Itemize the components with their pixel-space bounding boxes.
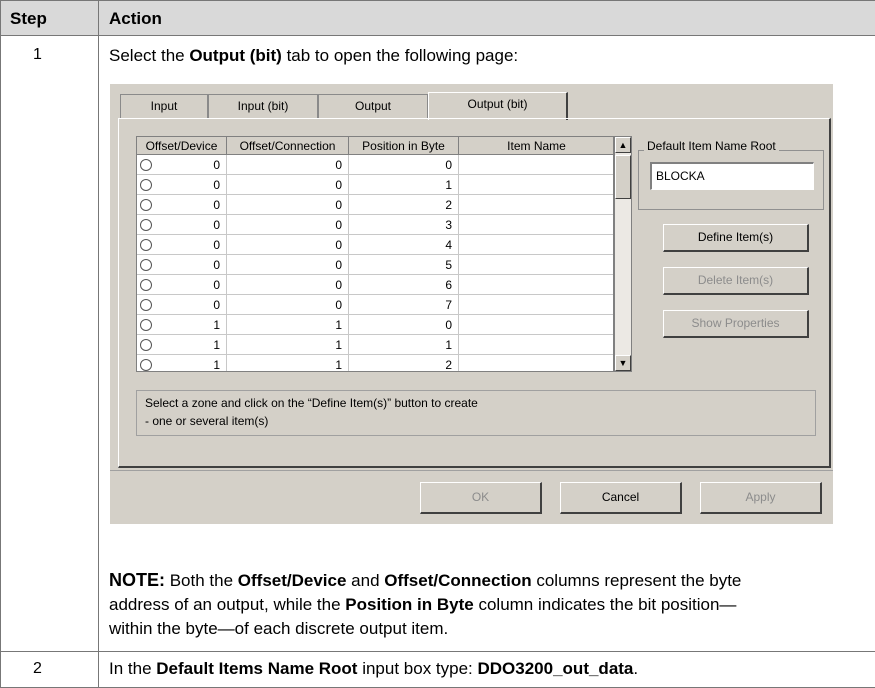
grid-cell[interactable]: 5: [349, 255, 459, 275]
table-row[interactable]: 000: [137, 155, 613, 175]
hint-box: Select a zone and click on the “Define I…: [136, 390, 816, 436]
default-root-label: Default Item Name Root: [644, 139, 779, 153]
item-definition-dialog: Input Input (bit) Output Output (bit) Of…: [110, 84, 833, 524]
grid-cell[interactable]: 0: [227, 155, 349, 175]
table-row[interactable]: 004: [137, 235, 613, 255]
col-item-name[interactable]: Item Name: [459, 137, 613, 155]
ok-button[interactable]: OK: [420, 482, 542, 514]
table-row[interactable]: 001: [137, 175, 613, 195]
grid-cell[interactable]: 0: [227, 235, 349, 255]
grid-cell[interactable]: [459, 255, 613, 275]
tab-input[interactable]: Input: [120, 94, 208, 118]
grid-cell[interactable]: 1: [137, 335, 227, 355]
note-line-1: NOTE: Both the Offset/Device and Offset/…: [109, 570, 742, 590]
grid-cell[interactable]: 1: [349, 335, 459, 355]
tab-output[interactable]: Output: [318, 94, 428, 118]
grid-cell[interactable]: 1: [137, 315, 227, 335]
grid-cell[interactable]: 0: [137, 215, 227, 235]
apply-button[interactable]: Apply: [700, 482, 822, 514]
step-number: 1: [33, 46, 42, 63]
col-position-in-byte[interactable]: Position in Byte: [349, 137, 459, 155]
scroll-down-icon[interactable]: ▼: [615, 355, 631, 371]
note-line-2: address of an output, while the Position…: [109, 595, 737, 614]
grid-cell[interactable]: 0: [137, 295, 227, 315]
define-items-button[interactable]: Define Item(s): [663, 224, 809, 252]
grid-cell[interactable]: 0: [227, 195, 349, 215]
grid-cell[interactable]: [459, 275, 613, 295]
grid-cell[interactable]: [459, 215, 613, 235]
step-2-instruction: In the Default Items Name Root input box…: [109, 659, 639, 678]
header-action: Action: [109, 9, 162, 28]
tab-output-bit[interactable]: Output (bit): [428, 92, 568, 120]
col-offset-device[interactable]: Offset/Device: [137, 137, 227, 155]
grid-cell[interactable]: 6: [349, 275, 459, 295]
table-row[interactable]: 110: [137, 315, 613, 335]
grid-cell[interactable]: 0: [137, 275, 227, 295]
default-root-input[interactable]: BLOCKA: [650, 162, 814, 190]
cancel-button[interactable]: Cancel: [560, 482, 682, 514]
procedure-table: Step Action 1 Select the Output (bit) ta…: [0, 0, 875, 688]
grid-cell[interactable]: 0: [137, 195, 227, 215]
tab-input-bit[interactable]: Input (bit): [208, 94, 318, 118]
grid-cell[interactable]: [459, 295, 613, 315]
grid-cell[interactable]: 0: [137, 155, 227, 175]
table-row[interactable]: 111: [137, 335, 613, 355]
grid-cell[interactable]: 3: [349, 215, 459, 235]
grid-cell[interactable]: [459, 355, 613, 371]
grid-cell[interactable]: 0: [349, 315, 459, 335]
grid-cell[interactable]: 0: [137, 175, 227, 195]
grid-cell[interactable]: 2: [349, 195, 459, 215]
grid-cell[interactable]: 0: [349, 155, 459, 175]
grid-cell[interactable]: 4: [349, 235, 459, 255]
table-row[interactable]: 112: [137, 355, 613, 371]
table-row[interactable]: 006: [137, 275, 613, 295]
col-offset-connection[interactable]: Offset/Connection: [227, 137, 349, 155]
grid-cell[interactable]: 0: [227, 275, 349, 295]
grid-cell[interactable]: 0: [227, 295, 349, 315]
grid-cell[interactable]: 0: [227, 255, 349, 275]
hint-line-1: Select a zone and click on the “Define I…: [145, 396, 478, 410]
step-1-instruction: Select the Output (bit) tab to open the …: [109, 46, 519, 65]
grid-cell[interactable]: 0: [227, 175, 349, 195]
scroll-up-icon[interactable]: ▲: [615, 137, 631, 153]
grid-cell[interactable]: [459, 315, 613, 335]
delete-items-button[interactable]: Delete Item(s): [663, 267, 809, 295]
grid-cell[interactable]: [459, 235, 613, 255]
grid-cell[interactable]: 1: [227, 315, 349, 335]
hint-line-2: - one or several item(s): [145, 414, 269, 428]
grid-cell[interactable]: 0: [137, 235, 227, 255]
note-line-3: within the byte—of each discrete output …: [109, 619, 449, 638]
table-row[interactable]: 002: [137, 195, 613, 215]
grid-scrollbar[interactable]: ▲ ▼: [614, 136, 632, 372]
grid-cell[interactable]: 1: [227, 355, 349, 371]
table-row[interactable]: 003: [137, 215, 613, 235]
step-number: 2: [33, 660, 42, 677]
grid-cell[interactable]: 2: [349, 355, 459, 371]
show-properties-button[interactable]: Show Properties: [663, 310, 809, 338]
table-row[interactable]: 005: [137, 255, 613, 275]
grid-cell[interactable]: 1: [349, 175, 459, 195]
grid-cell[interactable]: [459, 335, 613, 355]
grid-cell[interactable]: 1: [137, 355, 227, 371]
grid-cell[interactable]: [459, 195, 613, 215]
grid-cell[interactable]: 0: [227, 215, 349, 235]
grid-cell[interactable]: 1: [227, 335, 349, 355]
header-step: Step: [10, 9, 47, 28]
grid-cell[interactable]: [459, 155, 613, 175]
grid-cell[interactable]: [459, 175, 613, 195]
table-row[interactable]: 007: [137, 295, 613, 315]
items-grid[interactable]: Offset/Device Offset/Connection Position…: [136, 136, 614, 372]
grid-cell[interactable]: 0: [137, 255, 227, 275]
grid-cell[interactable]: 7: [349, 295, 459, 315]
scroll-thumb[interactable]: [615, 155, 631, 199]
